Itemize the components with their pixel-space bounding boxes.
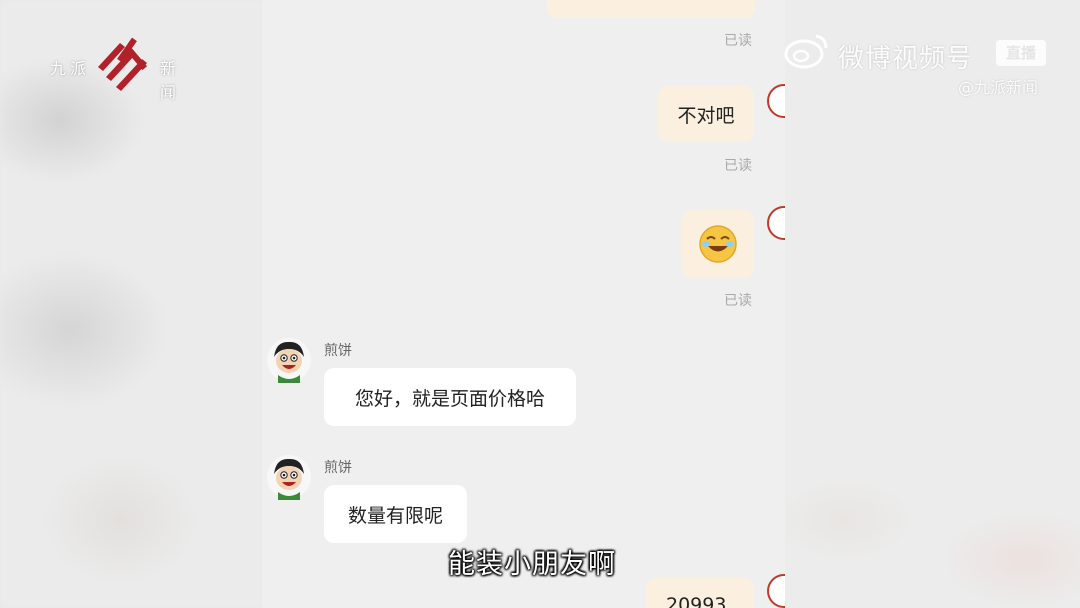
message-text: 不对吧 (677, 104, 735, 127)
merchant-avatar[interactable] (266, 337, 312, 383)
video-subtitle: 能装小朋友啊 (448, 549, 616, 580)
logo-text-mid: 派 (70, 59, 87, 78)
logo-text-right: 新闻 (160, 59, 177, 102)
user-avatar[interactable] (767, 206, 785, 240)
incoming-message-bubble[interactable]: 您好，就是页面价格哈 (324, 368, 576, 426)
sender-name: 煎饼 (324, 460, 352, 476)
message-text: 20993 (666, 594, 727, 608)
read-status: 已读 (724, 293, 752, 309)
account-watermark: @九派新闻 (958, 78, 1039, 97)
sender-name: 煎饼 (324, 343, 352, 359)
face-with-tears-icon (699, 225, 737, 263)
read-status: 已读 (724, 158, 752, 174)
read-status: 已读 (724, 33, 752, 49)
user-avatar[interactable] (767, 84, 785, 118)
chat-panel[interactable]: 已读 不对吧 已读 已读 煎饼 您好，就是页面价格哈 煎饼 数量有限呢 2099… (262, 0, 785, 608)
platform-watermark: 微博视频号 (838, 44, 974, 74)
live-badge: 直播 (996, 40, 1046, 66)
outgoing-message-bubble[interactable]: 不对吧 (658, 86, 754, 142)
outgoing-message-bubble[interactable]: 20993 (646, 578, 754, 608)
message-text: 您好，就是页面价格哈 (354, 387, 545, 410)
message-text: 数量有限呢 (347, 504, 443, 527)
logo-mark-icon (98, 37, 148, 91)
outgoing-message-bubble[interactable] (547, 0, 755, 18)
logo-text-left: 九 (50, 59, 67, 78)
outgoing-emoji-bubble[interactable] (682, 210, 754, 278)
weibo-logo-icon (784, 34, 828, 69)
incoming-message-bubble[interactable]: 数量有限呢 (324, 485, 467, 543)
merchant-avatar[interactable] (266, 454, 312, 500)
user-avatar[interactable] (767, 574, 785, 608)
